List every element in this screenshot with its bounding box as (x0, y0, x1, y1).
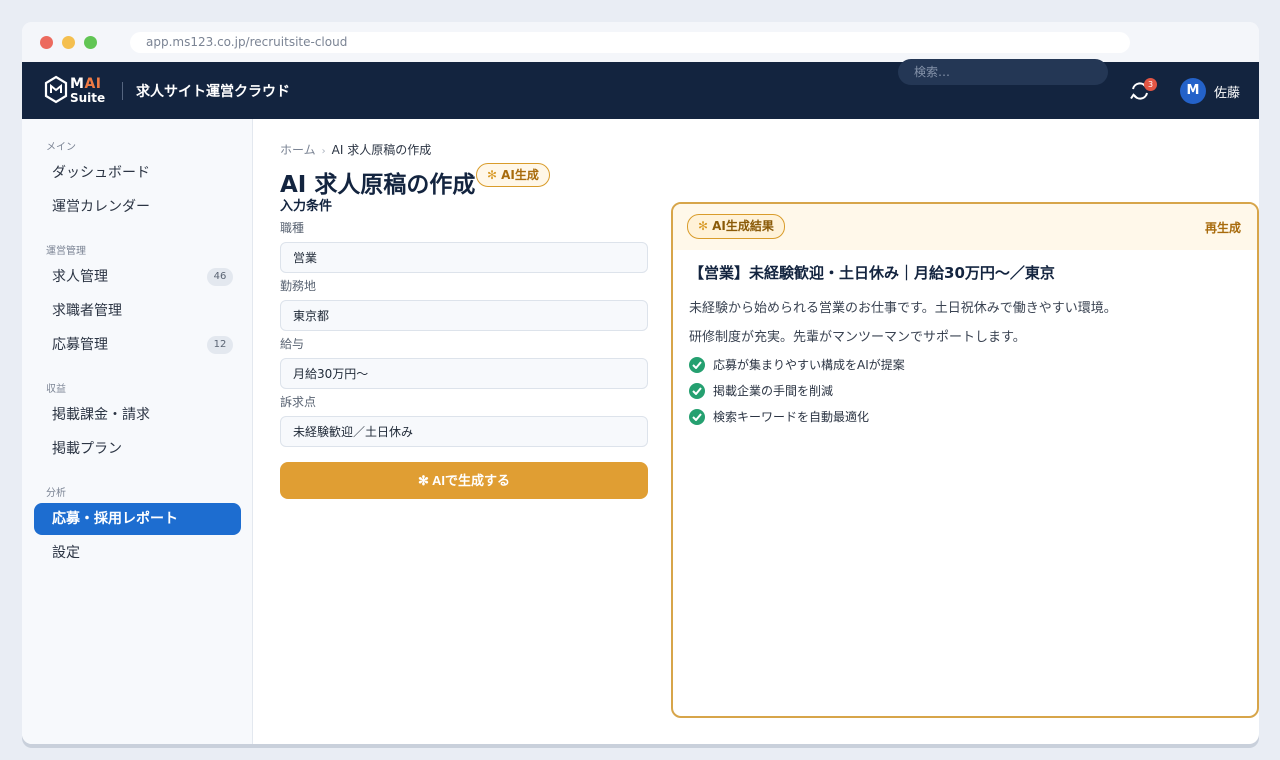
sidebar-item-applications[interactable]: 応募管理 12 (34, 329, 241, 361)
ai-badge-label: AI生成 (501, 168, 539, 182)
generated-job-title: 【営業】未経験歓迎・土日休み｜月給30万円〜／東京 (689, 264, 1055, 282)
salary-input[interactable] (280, 358, 648, 389)
sidebar-item-label: ダッシュボード (52, 165, 150, 181)
mai-suite-logo[interactable]: MAI Suite (44, 75, 106, 107)
ai-result-panel: ✻ AI生成結果 再生成 【営業】未経験歓迎・土日休み｜月給30万円〜／東京 未経… (671, 202, 1259, 718)
page-title: AI 求人原稿の作成 (280, 172, 476, 198)
sidebar-item-label: 求人管理 (52, 269, 108, 285)
location-input[interactable] (280, 300, 648, 331)
sidebar-count-badge: 12 (207, 336, 233, 354)
sidebar-item-label: 掲載課金・請求 (52, 407, 150, 423)
sidebar-section-analytics: 分析 (46, 488, 66, 499)
list-item-text: 検索キーワードを自動最適化 (713, 410, 870, 424)
sidebar-item-jobs[interactable]: 求人管理 46 (34, 261, 241, 293)
app-title: 求人サイト運営クラウド (136, 84, 290, 100)
sidebar-count-badge: 46 (207, 268, 233, 286)
breadcrumb-separator: › (321, 146, 326, 157)
check-circle-icon (689, 383, 705, 399)
maximize-window-button[interactable] (84, 36, 97, 49)
logo-suite-text: Suite (70, 91, 106, 105)
ai-result-badge-label: AI生成結果 (712, 219, 774, 233)
logo-mai-m: M (70, 76, 85, 92)
list-item: 検索キーワードを自動最適化 (689, 408, 869, 426)
sidebar-item-label: 運営カレンダー (52, 199, 150, 215)
search-input[interactable] (898, 59, 1108, 85)
generated-paragraph: 研修制度が充実。先輩がマンツーマンでサポートします。 (689, 330, 1026, 345)
avatar[interactable]: M (1180, 78, 1206, 104)
input-conditions-heading: 入力条件 (280, 199, 333, 214)
sparkle-icon: ✻ (487, 168, 498, 182)
user-name[interactable]: 佐藤 (1214, 82, 1240, 101)
sidebar-item-reports[interactable]: 応募・採用レポート (34, 503, 241, 535)
notification-count-badge: 3 (1144, 78, 1157, 91)
appeal-points-input[interactable] (280, 416, 648, 447)
location-label: 勤務地 (280, 279, 317, 293)
sidebar-item-billing[interactable]: 掲載課金・請求 (34, 399, 241, 431)
minimize-window-button[interactable] (62, 36, 75, 49)
sidebar-section-operations: 運営管理 (46, 246, 86, 257)
sidebar-item-label: 応募・採用レポート (52, 511, 178, 527)
breadcrumb-home-link[interactable]: ホーム (280, 143, 316, 157)
logo-mai-text: MAI (70, 76, 101, 92)
check-circle-icon (689, 409, 705, 425)
sidebar-item-label: 応募管理 (52, 337, 108, 353)
generated-paragraph: 未経験から始められる営業のお仕事です。土日祝休みで働きやすい環境。 (689, 301, 1117, 316)
sidebar-item-dashboard[interactable]: ダッシュボード (34, 157, 241, 189)
sidebar-section-revenue: 収益 (46, 384, 66, 395)
sidebar-item-calendar[interactable]: 運営カレンダー (34, 191, 241, 223)
breadcrumb: ホーム › AI 求人原稿の作成 (280, 141, 431, 158)
sparkle-icon: ✻ (417, 473, 432, 488)
sparkle-icon: ✻ (698, 219, 709, 233)
sidebar-item-plans[interactable]: 掲載プラン (34, 433, 241, 465)
close-window-button[interactable] (40, 36, 53, 49)
breadcrumb-current: AI 求人原稿の作成 (331, 143, 432, 157)
ai-result-badge: ✻ AI生成結果 (687, 214, 785, 239)
list-item-text: 掲載企業の手間を削減 (713, 384, 834, 398)
generate-button-label: AIで生成する (432, 473, 511, 488)
result-header: ✻ AI生成結果 再生成 (673, 204, 1257, 250)
appeal-points-label: 訴求点 (280, 395, 317, 409)
logo-mai-ai: AI (84, 76, 102, 92)
list-item: 掲載企業の手間を削減 (689, 382, 833, 400)
list-item-text: 応募が集まりやすい構成をAIが提案 (713, 358, 905, 372)
salary-label: 給与 (280, 337, 305, 351)
list-item: 応募が集まりやすい構成をAIが提案 (689, 356, 905, 374)
sidebar-item-settings[interactable]: 設定 (34, 537, 241, 569)
job-type-label: 職種 (280, 221, 305, 235)
topbar-divider (122, 82, 123, 100)
generate-with-ai-button[interactable]: ✻ AIで生成する (280, 462, 648, 499)
sidebar-item-label: 掲載プラン (52, 441, 122, 457)
regenerate-button[interactable]: 再生成 (1205, 219, 1241, 236)
app-window: app.ms123.co.jp/recruitsite-cloud MAI Su… (22, 22, 1259, 744)
job-type-input[interactable] (280, 242, 648, 273)
sidebar: メイン ダッシュボード 運営カレンダー 運営管理 求人管理 46 求職者管理 応募… (22, 119, 253, 744)
check-circle-icon (689, 357, 705, 373)
sidebar-item-job-seekers[interactable]: 求職者管理 (34, 295, 241, 327)
sidebar-item-label: 設定 (52, 545, 80, 561)
sidebar-section-main: メイン (46, 142, 76, 153)
sidebar-item-label: 求職者管理 (52, 303, 122, 319)
ai-generated-badge: ✻ AI生成 (476, 163, 550, 187)
logo-hexagon-icon (44, 75, 68, 104)
address-bar[interactable]: app.ms123.co.jp/recruitsite-cloud (130, 32, 1130, 53)
browser-chrome: app.ms123.co.jp/recruitsite-cloud (22, 22, 1259, 62)
